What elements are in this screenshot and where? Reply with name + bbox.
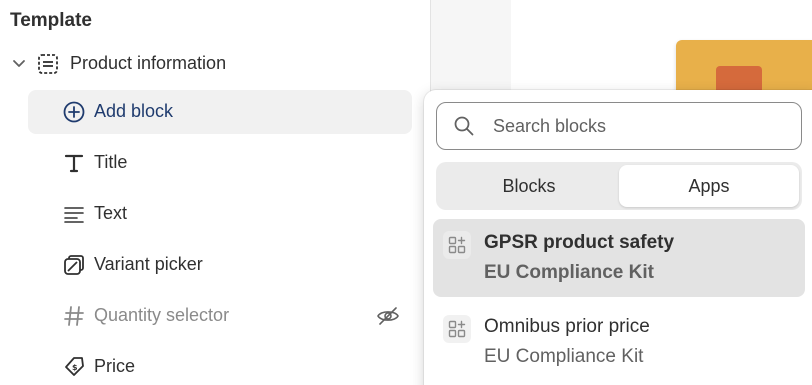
sidebar: Template Product information Add block T… (0, 0, 430, 385)
text-icon (64, 207, 84, 223)
group-product-information[interactable]: Product information (0, 42, 430, 86)
chevron-down-icon[interactable] (10, 54, 28, 74)
tab-apps[interactable]: Apps (619, 165, 799, 207)
app-block-name: Omnibus prior price (484, 316, 650, 337)
add-block-popover: Blocks Apps GPSR product safety EU Compl… (424, 90, 812, 385)
section-title: Template (10, 10, 93, 31)
app-block-icon (443, 315, 471, 343)
add-block-button[interactable]: Add block (28, 90, 412, 134)
app-block-gpsr-product-safety[interactable]: GPSR product safety EU Compliance Kit (433, 219, 805, 297)
app-block-source: EU Compliance Kit (484, 262, 654, 283)
app-block-source: EU Compliance Kit (484, 346, 644, 367)
block-label: Quantity selector (94, 305, 230, 325)
app-block-icon (443, 231, 471, 259)
add-block-label: Add block (94, 101, 174, 121)
block-label: Price (94, 356, 136, 376)
group-label: Product information (70, 53, 227, 73)
search-field[interactable] (436, 102, 802, 150)
svg-text:$: $ (72, 363, 78, 372)
block-label: Title (94, 152, 128, 172)
search-icon (454, 116, 474, 136)
search-input[interactable] (493, 113, 783, 139)
block-label: Text (94, 203, 128, 223)
block-item-quantity-selector[interactable]: Quantity selector (28, 294, 412, 338)
block-item-variant-picker[interactable]: Variant picker (28, 243, 412, 287)
block-item-title[interactable]: Title (28, 141, 412, 185)
block-item-text[interactable]: Text (28, 192, 412, 236)
title-icon (64, 154, 84, 173)
block-type-tabs: Blocks Apps (436, 162, 802, 210)
tab-blocks[interactable]: Blocks (439, 165, 619, 207)
section-icon (38, 54, 58, 74)
block-label: Variant picker (94, 254, 203, 274)
app-block-omnibus-prior-price[interactable]: Omnibus prior price EU Compliance Kit (433, 303, 805, 381)
price-tag-icon: $ (65, 357, 84, 376)
eye-hidden-icon[interactable] (376, 304, 400, 328)
plus-circle-icon (63, 101, 85, 123)
block-item-price[interactable]: $ Price (28, 345, 412, 385)
variant-picker-icon (64, 255, 84, 275)
hashtag-icon (64, 306, 84, 326)
app-block-name: GPSR product safety (484, 232, 675, 253)
